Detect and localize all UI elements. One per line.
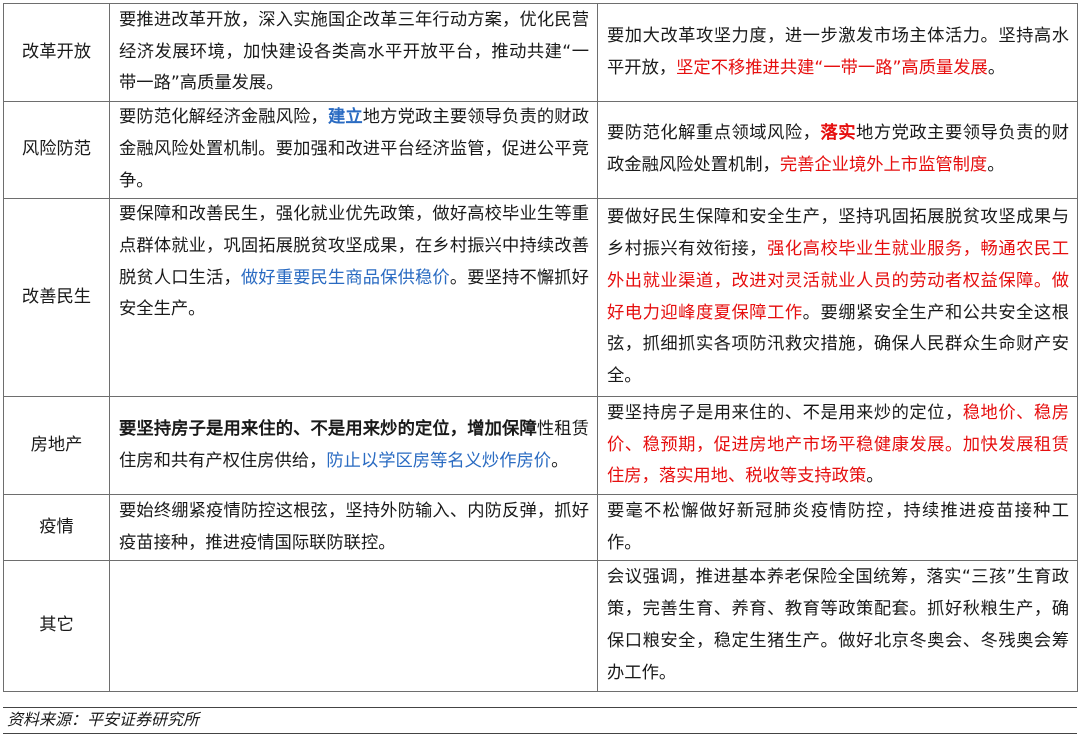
text-segment: ，改进对灵活就业人员的劳动者权益保障。	[713, 270, 1052, 291]
text-segment: 。	[987, 155, 1005, 175]
left-cell: 要推进改革开放，深入实施国企改革三年行动方案，优化民营经济发展环境，加快建设各类…	[109, 3, 598, 102]
text-segment: 。	[551, 450, 569, 471]
text-segment: 。	[866, 466, 884, 487]
text-segment: 要推进改革开放，深入实施国企改革三年行动方案，优化民营经济发展环境，加快建设各类…	[119, 9, 589, 94]
text-segment: 要坚持房子是用来住的、不是用来炒的定位，	[607, 402, 963, 423]
row-label: 改善民生	[3, 198, 110, 397]
source-note: 资料来源：平安证券研究所	[7, 710, 200, 729]
table-row: 风险防范 要防范化解经济金融风险，建立地方党政主要领导负责的财政金融风险处置机制…	[3, 101, 1078, 199]
row-label: 房地产	[3, 396, 110, 495]
right-cell: 要防范化解重点领域风险，落实地方党政主要领导负责的财政金融风险处置机制，完善企业…	[597, 101, 1078, 199]
text-segment: 要防范化解经济金融风险，	[119, 107, 328, 128]
text-segment: 建立	[327, 107, 363, 128]
right-cell: 要坚持房子是用来住的、不是用来炒的定位，稳地价、稳房价、稳预期，促进房地产市场平…	[597, 396, 1078, 495]
left-cell: 要保障和改善民生，强化就业优先政策，做好高校毕业生等重点群体就业，巩固拓展脱贫攻…	[109, 198, 598, 397]
table-row: 改革开放 要推进改革开放，深入实施国企改革三年行动方案，优化民营经济发展环境，加…	[3, 3, 1078, 102]
text-segment: 做好重要民生商品保供稳价	[240, 267, 450, 288]
table-row: 其它 会议强调，推进基本养老保险全国统筹，落实“三孩”生育政策，完善生育、养育、…	[3, 560, 1078, 692]
left-cell	[109, 560, 598, 692]
text-segment: 完善企业境外上市监管制度	[779, 155, 988, 175]
right-cell: 要加大改革攻坚力度，进一步激发市场主体活力。坚持高水平开放，坚定不移推进共建“一…	[597, 3, 1078, 102]
source-rule-top	[3, 707, 1077, 708]
text-segment: 坚定不移推进共建“一带一路”高质量发展	[676, 57, 988, 78]
right-cell: 要毫不松懈做好新冠肺炎疫情防控，持续推进疫苗接种工作。	[597, 494, 1078, 561]
text-segment: 要始终绷紧疫情防控这根弦，坚持外防输入、内防反弹，抓好疫苗接种，推进疫情国际联防…	[119, 500, 589, 553]
table-row: 房地产 要坚持房子是用来住的、不是用来炒的定位，增加保障性租赁住房和共有产权住房…	[3, 396, 1078, 495]
left-cell: 要始终绷紧疫情防控这根弦，坚持外防输入、内防反弹，抓好疫苗接种，推进疫情国际联防…	[109, 494, 598, 561]
text-segment: 防止以学区房等名义炒作房价	[326, 450, 552, 471]
row-label: 其它	[3, 560, 110, 692]
row-label: 风险防范	[3, 101, 110, 199]
right-cell: 会议强调，推进基本养老保险全国统筹，落实“三孩”生育政策，完善生育、养育、教育等…	[597, 560, 1078, 692]
table-row: 改善民生 要保障和改善民生，强化就业优先政策，做好高校毕业生等重点群体就业，巩固…	[3, 198, 1078, 397]
text-segment: 要坚持房子是用来住的、不是用来炒的定位，增加保障	[119, 418, 537, 439]
row-label: 疫情	[3, 494, 110, 561]
policy-comparison-table: 改革开放 要推进改革开放，深入实施国企改革三年行动方案，优化民营经济发展环境，加…	[3, 3, 1078, 692]
right-cell: 要做好民生保障和安全生产，坚持巩固拓展脱贫攻坚成果与乡村振兴有效衔接，强化高校毕…	[597, 198, 1078, 397]
text-segment: 。	[987, 57, 1006, 78]
text-segment: 要防范化解重点领域风险，	[607, 123, 821, 144]
left-cell: 要坚持房子是用来住的、不是用来炒的定位，增加保障性租赁住房和共有产权住房供给，防…	[109, 396, 598, 495]
table-row: 疫情 要始终绷紧疫情防控这根弦，坚持外防输入、内防反弹，抓好疫苗接种，推进疫情国…	[3, 494, 1078, 561]
left-cell: 要防范化解经济金融风险，建立地方党政主要领导负责的财政金融风险处置机制。要加强和…	[109, 101, 598, 199]
row-label: 改革开放	[3, 3, 110, 102]
text-segment: 会议强调，推进基本养老保险全国统筹，落实“三孩”生育政策，完善生育、养育、教育等…	[607, 567, 1069, 683]
text-segment: 落实	[820, 123, 857, 144]
text-segment: 要毫不松懈做好新冠肺炎疫情防控，持续推进疫苗接种工作。	[607, 500, 1069, 553]
source-rule-bottom	[3, 733, 1077, 734]
